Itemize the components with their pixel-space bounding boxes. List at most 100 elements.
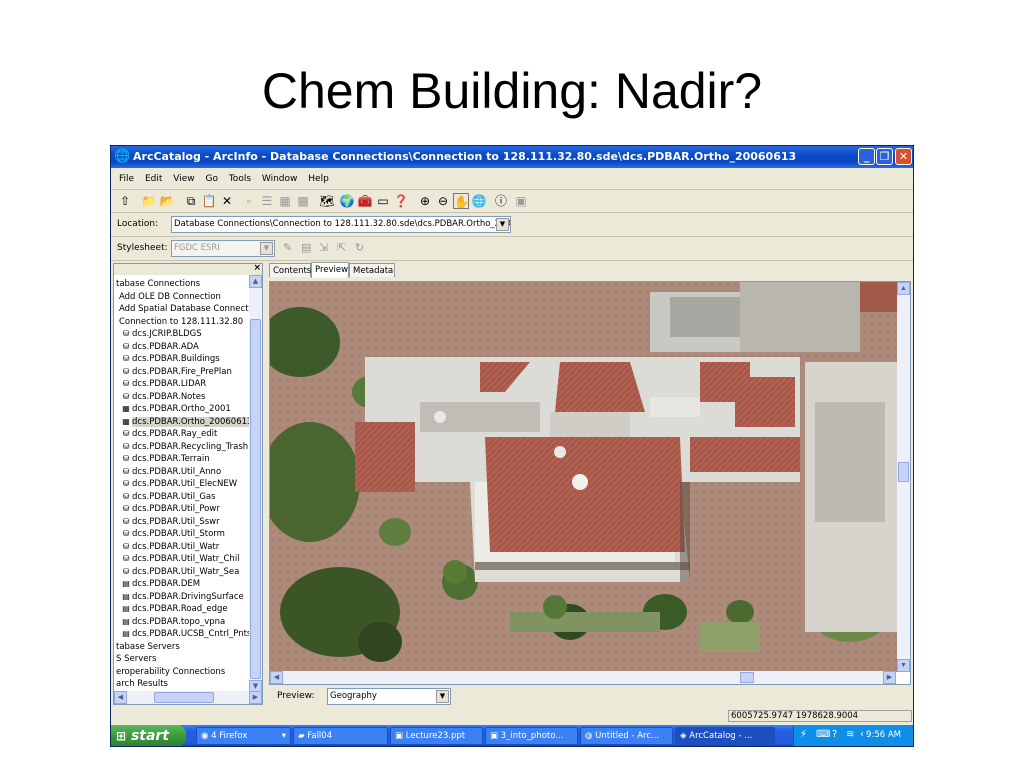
- tree-item[interactable]: Add OLE DB Connection: [116, 291, 249, 304]
- start-button[interactable]: ⊞ start: [111, 725, 186, 746]
- full-extent-icon[interactable]: 🌐: [471, 193, 487, 209]
- close-button[interactable]: ✕: [895, 148, 912, 165]
- tree-item[interactable]: ⛁ dcs.PDBAR.Util_Storm: [116, 528, 249, 541]
- tree-item[interactable]: ▤ dcs.PDBAR.DEM: [116, 578, 249, 591]
- tree-item[interactable]: tabase Connections: [116, 278, 249, 291]
- tree-item[interactable]: ▦ dcs.PDBAR.Ortho_2001: [116, 403, 249, 416]
- tree-item[interactable]: ⛁ dcs.PDBAR.Util_Anno: [116, 466, 249, 479]
- zoom-in-icon[interactable]: ⊕: [417, 193, 433, 209]
- tray-arrow-icon[interactable]: ‹: [860, 729, 864, 740]
- menu-window[interactable]: Window: [262, 174, 298, 184]
- tree-item[interactable]: ⛁ dcs.PDBAR.LIDAR: [116, 378, 249, 391]
- preview-vertical-scrollbar[interactable]: ▲ ▼: [897, 282, 910, 672]
- tree-hscroll-thumb[interactable]: [154, 692, 214, 703]
- maximize-button[interactable]: ❐: [876, 148, 893, 165]
- tree-item[interactable]: ▤ dcs.PDBAR.DrivingSurface: [116, 591, 249, 604]
- preview-type-combo[interactable]: Geography ▼: [327, 688, 451, 705]
- tree-item[interactable]: ▤ dcs.PDBAR.topo_vpna: [116, 616, 249, 629]
- tree-item[interactable]: ⛁ dcs.PDBAR.Ray_edit: [116, 428, 249, 441]
- export-metadata-icon[interactable]: ⇱: [337, 241, 346, 254]
- tree-item[interactable]: S Servers: [116, 653, 249, 666]
- scroll-right-icon[interactable]: ▶: [249, 691, 262, 704]
- menu-edit[interactable]: Edit: [145, 174, 162, 184]
- arctoolbox-window-icon[interactable]: 🧰: [357, 193, 373, 209]
- launch-arcmap-icon[interactable]: 🗺: [319, 193, 335, 209]
- import-metadata-icon[interactable]: ⇲: [319, 241, 328, 254]
- tree-item[interactable]: ⛁ dcs.PDBAR.Buildings: [116, 353, 249, 366]
- taskbar-item-firefox[interactable]: ◉ 4 Firefox ▾: [196, 727, 291, 745]
- whats-this-icon[interactable]: ❓: [393, 193, 409, 209]
- title-bar[interactable]: 🌐 ArcCatalog - ArcInfo - Database Connec…: [111, 146, 913, 168]
- location-combo[interactable]: Database Connections\Connection to 128.1…: [171, 216, 511, 233]
- menu-tools[interactable]: Tools: [229, 174, 251, 184]
- tray-keyboard-icon[interactable]: ⌨: [816, 729, 830, 740]
- scroll-up-icon[interactable]: ▲: [897, 282, 910, 295]
- taskbar-item-untitled-arcmap[interactable]: ◍ Untitled - Arc...: [580, 727, 673, 745]
- delete-icon[interactable]: ✕: [219, 193, 235, 209]
- command-line-icon[interactable]: ▭: [375, 193, 391, 209]
- tree-item[interactable]: ⛁ dcs.PDBAR.Util_Powr: [116, 503, 249, 516]
- tray-network-icon[interactable]: ⚡: [800, 729, 807, 740]
- tree-item[interactable]: arch Results: [116, 678, 249, 691]
- tray-help-icon[interactable]: ?: [832, 729, 837, 740]
- tree-item[interactable]: ▦ dcs.PDBAR.Ortho_20060613: [116, 416, 249, 429]
- tab-preview[interactable]: Preview: [311, 262, 349, 278]
- identify-icon[interactable]: ⓘ: [493, 193, 509, 209]
- details-icon[interactable]: ▦: [277, 193, 293, 209]
- tree-item[interactable]: ⛁ dcs.PDBAR.Fire_PrePlan: [116, 366, 249, 379]
- preview-hscroll-thumb[interactable]: [740, 672, 754, 683]
- update-metadata-icon[interactable]: ↻: [355, 241, 364, 254]
- tree-item[interactable]: ⛁ dcs.PDBAR.Util_ElecNEW: [116, 478, 249, 491]
- chevron-down-icon[interactable]: ▼: [260, 242, 273, 255]
- preview-scroll-thumb[interactable]: [898, 462, 909, 482]
- metadata-properties-icon[interactable]: ▤: [301, 241, 311, 254]
- disconnect-folder-icon[interactable]: 📂: [159, 193, 175, 209]
- stylesheet-combo[interactable]: FGDC ESRI ▼: [171, 240, 275, 257]
- tree-item[interactable]: ⛁ dcs.PDBAR.Util_Gas: [116, 491, 249, 504]
- tree-item[interactable]: ⛁ dcs.PDBAR.Util_Sswr: [116, 516, 249, 529]
- tab-contents[interactable]: Contents: [269, 263, 311, 277]
- scroll-left-icon[interactable]: ◀: [270, 671, 283, 684]
- tree-item[interactable]: ⛁ dcs.PDBAR.Notes: [116, 391, 249, 404]
- up-one-level-icon[interactable]: ⇧: [117, 193, 133, 209]
- tree-item[interactable]: ▤ dcs.PDBAR.Road_edge: [116, 603, 249, 616]
- taskbar-item-lecture23[interactable]: ▣ Lecture23.ppt: [390, 727, 483, 745]
- scroll-down-icon[interactable]: ▼: [897, 659, 910, 672]
- close-icon[interactable]: ×: [253, 264, 261, 273]
- tree-item[interactable]: Add Spatial Database Connection: [116, 303, 249, 316]
- menu-go[interactable]: Go: [205, 174, 217, 184]
- tree-vertical-scrollbar[interactable]: ▲ ▼: [249, 275, 262, 693]
- tree-item[interactable]: ⛁ dcs.PDBAR.Util_Watr_Sea: [116, 566, 249, 579]
- tree-item[interactable]: ⛁ dcs.PDBAR.Util_Watr_Chil: [116, 553, 249, 566]
- large-icons-icon[interactable]: ▫: [241, 193, 257, 209]
- tree-item[interactable]: ⛁ dcs.PDBAR.ADA: [116, 341, 249, 354]
- thumbnails-icon[interactable]: ▩: [295, 193, 311, 209]
- tab-metadata[interactable]: Metadata: [349, 263, 395, 277]
- scroll-right-icon[interactable]: ▶: [883, 671, 896, 684]
- taskbar-item-arccatalog[interactable]: ◈ ArcCatalog - ...: [675, 727, 775, 745]
- paste-icon[interactable]: 📋: [201, 193, 217, 209]
- scroll-up-icon[interactable]: ▲: [249, 275, 262, 288]
- edit-metadata-icon[interactable]: ✎: [283, 241, 292, 254]
- preview-pane[interactable]: ▲ ▼ ◀ ▶: [269, 281, 911, 685]
- scroll-left-icon[interactable]: ◀: [114, 691, 127, 704]
- tree-item[interactable]: ⛁ dcs.PDBAR.Util_Watr: [116, 541, 249, 554]
- copy-icon[interactable]: ⧉: [183, 193, 199, 209]
- tree-item[interactable]: ⛁ dcs.PDBAR.Recycling_Trash: [116, 441, 249, 454]
- connect-folder-icon[interactable]: 📁: [141, 193, 157, 209]
- menu-view[interactable]: View: [173, 174, 194, 184]
- tree-item[interactable]: ▤ dcs.PDBAR.UCSB_Cntrl_Pnts: [116, 628, 249, 641]
- tray-wifi-icon[interactable]: ≋: [846, 729, 854, 740]
- minimize-button[interactable]: _: [858, 148, 875, 165]
- tree-item[interactable]: ⛁ dcs.PDBAR.Terrain: [116, 453, 249, 466]
- preview-horizontal-scrollbar[interactable]: ◀ ▶: [270, 671, 896, 684]
- pan-icon[interactable]: ✋: [453, 193, 469, 209]
- tree-item[interactable]: tabase Servers: [116, 641, 249, 654]
- menu-help[interactable]: Help: [308, 174, 329, 184]
- tree-item[interactable]: eroperability Connections: [116, 666, 249, 679]
- tree-item[interactable]: Connection to 128.111.32.80: [116, 316, 249, 329]
- menu-file[interactable]: File: [119, 174, 134, 184]
- chevron-down-icon[interactable]: ▼: [496, 218, 509, 231]
- list-icon[interactable]: ☰: [259, 193, 275, 209]
- chevron-down-icon[interactable]: ▼: [436, 690, 449, 703]
